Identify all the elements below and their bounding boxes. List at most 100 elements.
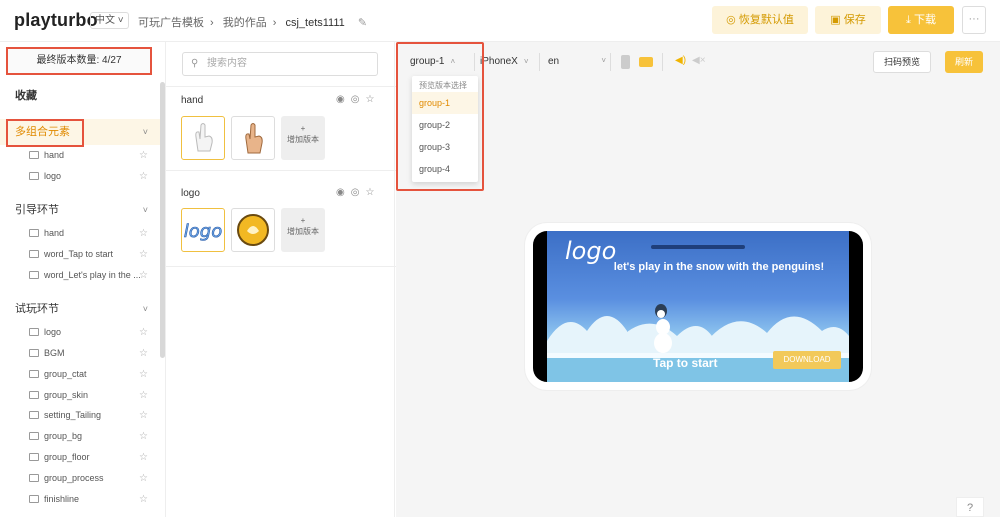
game-preview[interactable]: logo let's play in the snow with the pen… [547,231,849,382]
setting-icon [29,411,39,419]
text-icon [29,271,39,279]
star-icon[interactable]: ☆ [139,244,148,265]
phone-screen: logo let's play in the snow with the pen… [533,231,863,382]
target-icon[interactable]: ◎ [351,187,366,198]
progress-bar [651,245,745,249]
folder-icon [29,391,39,399]
more-button[interactable]: ··· [962,6,986,34]
portrait-icon[interactable] [621,55,630,69]
list-item[interactable]: hand ☆ [0,145,160,166]
divider [166,86,396,87]
add-version-button[interactable]: + 增加版本 [281,116,325,160]
image-icon [29,172,39,180]
star-icon[interactable]: ☆ [139,223,148,244]
list-item[interactable]: group_floor ☆ [0,447,160,468]
edit-pencil-icon[interactable]: ✎ [358,17,367,29]
folder-icon [29,474,39,482]
list-item[interactable]: group_bg ☆ [0,426,160,447]
list-item[interactable]: group_ctat ☆ [0,364,160,385]
restore-default-button[interactable]: ◎ 恢复默认值 [712,6,808,34]
star-icon[interactable]: ☆ [139,343,148,364]
speaker-icon[interactable]: ◀) [675,55,686,66]
version-count: 最终版本数量: 4/27 [6,47,152,75]
refresh-button[interactable]: 刷新 [945,51,983,73]
star-icon[interactable]: ☆ [139,468,148,489]
section-guide[interactable]: 引导环节 ˅ [0,197,160,223]
game-download-button[interactable]: DOWNLOAD [773,351,841,369]
folder-icon [29,453,39,461]
star-icon[interactable]: ☆ [139,426,148,447]
list-item[interactable]: word_Tap to start ☆ [0,244,160,265]
preview-canvas: group-1 ˄ iPhoneX ˅ en ˅ ◀) ◀× 扫码预览 刷新 预览版本… [396,42,1000,517]
star-icon[interactable]: ☆ [139,447,148,468]
add-version-button[interactable]: + 增加版本 [281,208,325,252]
language-select[interactable]: 中文 ˅ [90,12,129,29]
group-title-hand: hand [181,95,204,106]
help-icon[interactable]: ? [956,497,984,517]
hand-version-2[interactable] [231,116,275,160]
save-button[interactable]: ▣ 保存 [815,6,881,34]
eye-icon[interactable]: ◉ [336,187,351,198]
star-icon[interactable]: ☆ [139,166,148,187]
game-title: let's play in the snow with the penguins… [613,261,825,273]
image-icon [29,229,39,237]
dropdown-header: 预览版本选择 [419,81,467,90]
star-icon[interactable]: ☆ [139,405,148,426]
folder-icon [29,370,39,378]
star-icon[interactable]: ☆ [365,94,380,105]
logo-version-2[interactable] [231,208,275,252]
star-icon[interactable]: ☆ [139,385,148,406]
list-item[interactable]: hand ☆ [0,223,160,244]
list-item[interactable]: group_skin ☆ [0,385,160,406]
breadcrumb-templates[interactable]: 可玩广告模板 [138,17,204,29]
list-item[interactable]: group_process ☆ [0,468,160,489]
star-icon[interactable]: ☆ [139,364,148,385]
chevron-down-icon: ˅ [142,205,148,215]
device-select[interactable]: iPhoneX ˅ [480,56,528,67]
svg-text:logo: logo [184,221,222,242]
chevron-down-icon: ˅ [142,127,148,137]
chevron-down-icon: ˅ [523,57,529,66]
list-item[interactable]: setting_Tailing ☆ [0,405,160,426]
phone-frame: logo let's play in the snow with the pen… [525,223,871,390]
chevron-down-icon: ˅ [142,304,148,314]
eye-icon[interactable]: ◉ [336,94,351,105]
breadcrumb-my-works[interactable]: 我的作品 [223,17,267,29]
star-icon[interactable]: ☆ [139,322,148,343]
dropdown-option-group-1[interactable]: group-1 [412,92,478,114]
scan-preview-button[interactable]: 扫码预览 [873,51,931,73]
top-bar: playturbo 中文 ˅ 可玩广告模板 › 我的作品 › csj_tets111… [0,0,1000,42]
section-trial[interactable]: 试玩环节 ˅ [0,296,160,322]
logo-version-1[interactable]: logo [181,208,225,252]
target-icon[interactable]: ◎ [351,94,366,105]
list-item[interactable]: logo ☆ [0,166,160,187]
list-item[interactable]: logo ☆ [0,322,160,343]
image-icon [29,151,39,159]
hand-version-1[interactable] [181,116,225,160]
landscape-icon[interactable] [639,57,653,67]
dropdown-option-group-2[interactable]: group-2 [412,114,478,136]
favorites-section[interactable]: 收藏 [0,83,160,109]
breadcrumb: 可玩广告模板 › 我的作品 › csj_tets1111 ✎ [138,17,368,29]
list-item[interactable]: word_Let's play in the ... ☆ [0,265,160,286]
preview-toolbar: group-1 ˄ iPhoneX ˅ en ˅ ◀) ◀× 扫码预览 刷新 [396,42,1000,82]
group-dropdown-menu: 预览版本选择 group-1 group-2 group-3 group-4 [412,76,478,182]
image-icon [29,328,39,336]
app-logo[interactable]: playturbo [14,10,98,31]
list-item[interactable]: finishline ☆ [0,489,160,510]
star-icon[interactable]: ☆ [139,145,148,166]
element-sidebar: 最终版本数量: 4/27 收藏 多组合元素 ˅ hand ☆ logo ☆ 引导环节 ˅… [0,42,160,517]
dropdown-option-group-4[interactable]: group-4 [412,158,478,180]
divider [166,170,396,171]
dropdown-option-group-3[interactable]: group-3 [412,136,478,158]
star-icon[interactable]: ☆ [139,489,148,510]
list-item[interactable]: BGM ☆ [0,343,160,364]
text-icon [29,250,39,258]
star-icon[interactable]: ☆ [365,187,380,198]
lang-select[interactable]: en ˅ [548,56,606,67]
star-icon[interactable]: ☆ [139,265,148,286]
mute-icon[interactable]: ◀× [692,55,706,66]
download-button[interactable]: ⤓ 下载 [888,6,954,34]
group-actions: ◉◎☆ [336,187,380,198]
search-input[interactable]: ⚲ 搜索内容 [182,52,378,76]
